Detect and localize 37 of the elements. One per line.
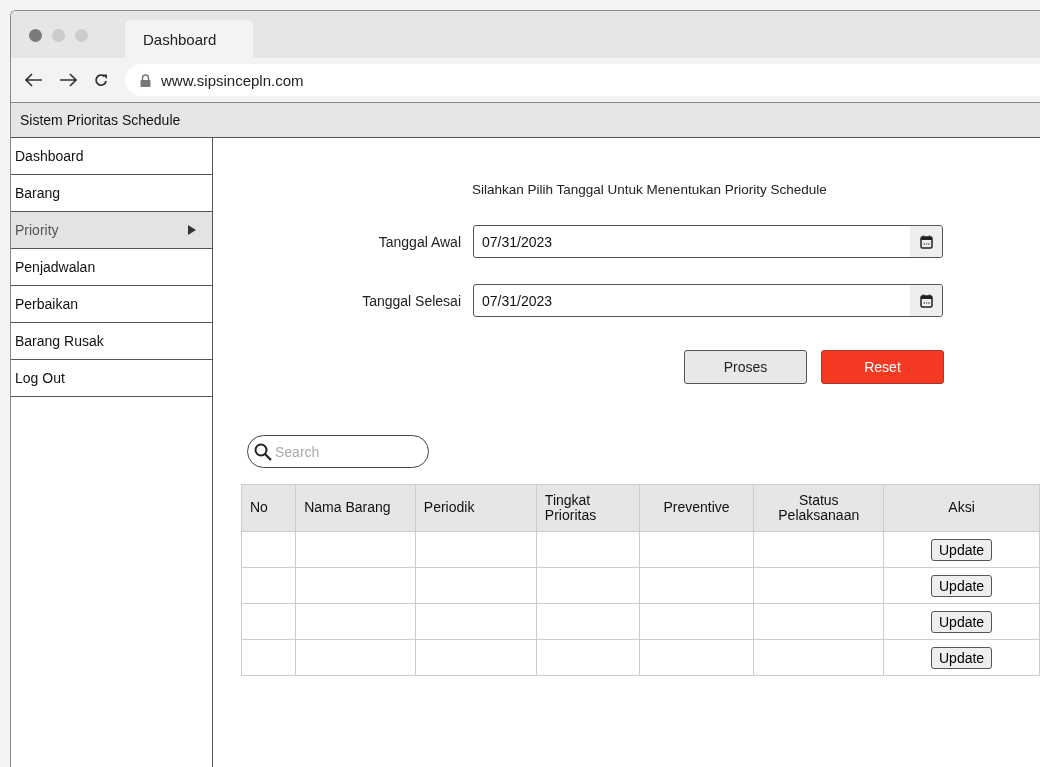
reload-icon[interactable]: [93, 72, 109, 88]
forward-icon[interactable]: [59, 73, 77, 87]
search-icon: [254, 443, 272, 461]
calendar-icon[interactable]: [919, 293, 933, 308]
browser-tab[interactable]: Dashboard: [125, 20, 253, 58]
field-label: Tanggal Selesai: [361, 292, 462, 309]
arrow-right-icon: [188, 225, 196, 235]
column-header: Periodik: [415, 484, 537, 532]
date-field[interactable]: 07/31/2023: [473, 284, 943, 317]
update-button[interactable]: Update: [931, 610, 993, 633]
close-window-icon[interactable]: [29, 29, 42, 42]
sidebar-item[interactable]: Priority: [11, 212, 212, 249]
search-field[interactable]: Search: [247, 435, 429, 468]
lock-icon: [140, 73, 151, 87]
calendar-icon[interactable]: [919, 234, 933, 249]
reset-button[interactable]: Reset: [821, 350, 944, 384]
column-header: No: [241, 484, 296, 532]
address-bar[interactable]: www.sipsincepln.com: [125, 64, 1040, 96]
column-header: Status Pelaksanaan: [753, 484, 884, 532]
field-label: Tanggal Awal: [377, 233, 462, 250]
sidebar-item[interactable]: Dashboard: [11, 138, 212, 175]
column-header: Aksi: [883, 484, 1040, 532]
update-button[interactable]: Update: [931, 538, 993, 561]
sidebar-item[interactable]: Barang Rusak: [11, 323, 212, 360]
sidebar-item[interactable]: Perbaikan: [11, 286, 212, 323]
process-button[interactable]: Proses: [684, 350, 807, 384]
sidebar-item[interactable]: Log Out: [11, 360, 212, 397]
column-header: Tingkat Prioritas: [536, 484, 640, 532]
update-button[interactable]: Update: [931, 574, 993, 597]
column-header: Nama Barang: [295, 484, 416, 532]
column-header: Preventive: [639, 484, 754, 532]
form-heading: Silahkan Pilih Tanggal Untuk Menentukan Priority Schedule: [472, 182, 828, 197]
date-field[interactable]: 07/31/2023: [473, 225, 943, 258]
app-title: Sistem Prioritas Schedule: [20, 112, 181, 128]
sidebar-item[interactable]: Penjadwalan: [11, 249, 212, 286]
update-button[interactable]: Update: [931, 646, 993, 669]
back-icon[interactable]: [25, 73, 43, 87]
